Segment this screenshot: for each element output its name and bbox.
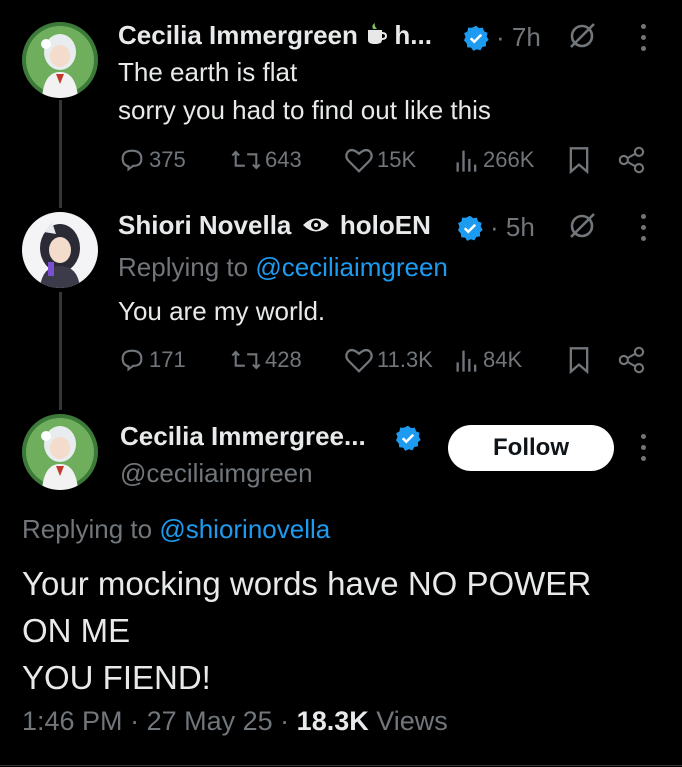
author-handle[interactable]: @ceciliaimgreen [120,458,313,489]
replying-to: Replying to @ceciliaimgreen [118,252,448,282]
grok-icon[interactable] [566,210,598,247]
tweet-time[interactable]: · 7h [496,22,541,53]
divider [0,765,682,766]
verified-badge-icon [394,424,422,457]
heart-icon [344,146,374,174]
bar-chart-icon [454,346,480,374]
bookmark-icon[interactable] [568,146,590,179]
tea-cup-icon [365,22,388,53]
reply-icon [118,346,146,374]
author-name[interactable]: Cecilia Immergree... [120,421,366,452]
avatar[interactable] [22,414,98,490]
grok-icon[interactable] [566,20,598,57]
tweet-meta: 1:46 PM · 27 May 25 · 18.3K Views [22,706,448,736]
more-options-icon[interactable] [641,24,649,52]
more-options-icon[interactable] [641,434,649,462]
tweet-text: You are my world. [118,296,326,326]
bar-chart-icon [454,146,480,174]
reply-icon [118,146,146,174]
tweet-actions: 375 643 15K 266K [118,144,658,176]
repost-icon [230,146,262,174]
share-icon[interactable] [618,146,646,179]
reply-button[interactable]: 375 [118,144,186,176]
verified-badge-icon [456,214,484,247]
tweet-time[interactable]: · 5h [490,212,535,243]
author-name[interactable]: Shiori Novella holoEN [118,210,431,243]
repost-button[interactable]: 643 [230,144,302,176]
bookmark-icon[interactable] [568,346,590,379]
avatar[interactable] [22,22,98,98]
views-label: Views [376,706,448,736]
post-date[interactable]: 27 May 25 [147,706,273,736]
thread-connector [59,292,62,410]
follow-button[interactable]: Follow [448,425,614,471]
like-button[interactable]: 15K [344,144,416,176]
views-count: 18.3K [296,706,369,736]
mention-link[interactable]: @ceciliaimgreen [255,252,448,282]
replying-to: Replying to @shiorinovella [22,514,331,544]
eye-icon [301,212,331,243]
repost-icon [230,346,262,374]
views-button[interactable]: 266K [454,144,534,176]
tweet-actions: 171 428 11.3K 84K [118,344,658,376]
more-options-icon[interactable] [641,214,649,242]
heart-icon [344,346,374,374]
thread-connector [59,100,62,208]
repost-button[interactable]: 428 [230,344,302,376]
reply-button[interactable]: 171 [118,344,186,376]
share-icon[interactable] [618,346,646,379]
post-time[interactable]: 1:46 PM [22,706,123,736]
views-button[interactable]: 84K [454,344,522,376]
author-name[interactable]: Cecilia Immergreen h... [118,20,432,53]
mention-link[interactable]: @shiorinovella [159,514,330,544]
like-button[interactable]: 11.3K [344,344,433,376]
tweet-text: Your mocking words have NO POWER ON ME Y… [22,565,592,696]
avatar[interactable] [22,212,98,288]
tweet-text: The earth is flat sorry you had to find … [118,57,491,125]
